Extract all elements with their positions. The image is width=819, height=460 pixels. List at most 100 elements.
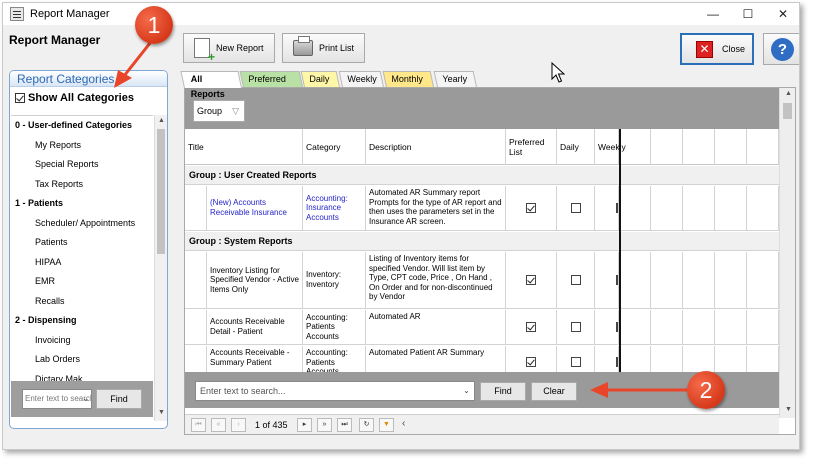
new-report-button[interactable]: New Report bbox=[183, 33, 275, 64]
help-button[interactable]: ? bbox=[763, 33, 799, 65]
category-scrollbar[interactable]: ▲ ▼ bbox=[154, 115, 167, 421]
category-item[interactable]: Patients bbox=[11, 233, 153, 253]
checkbox-icon[interactable] bbox=[15, 93, 25, 103]
annotation-badge-1: 1 bbox=[135, 6, 173, 44]
tab-all-reports[interactable]: All Reports bbox=[180, 71, 242, 99]
scroll-down-icon[interactable]: ▼ bbox=[782, 404, 795, 416]
preferred-checkbox[interactable] bbox=[526, 356, 536, 367]
daily-checkbox[interactable] bbox=[570, 322, 581, 332]
scroll-thumb[interactable] bbox=[783, 103, 792, 119]
tab-label: Monthly bbox=[391, 74, 423, 84]
print-list-button[interactable]: Print List bbox=[282, 33, 365, 63]
category-item[interactable]: Tax Reports bbox=[11, 175, 153, 195]
column-header[interactable]: Daily bbox=[557, 129, 595, 165]
help-icon: ? bbox=[771, 38, 794, 61]
page-indicator: 1 of 435 bbox=[255, 420, 288, 430]
category-item[interactable]: My Reports bbox=[11, 136, 153, 156]
table-row[interactable]: (New) Accounts Receivable Insurance Accou… bbox=[185, 186, 779, 231]
column-header[interactable]: Category bbox=[303, 129, 366, 165]
title-bar: Report Manager — ☐ ✕ bbox=[3, 3, 799, 25]
table-row[interactable]: Inventory Listing for Specified Vendor -… bbox=[185, 252, 779, 309]
last-page-icon[interactable]: ⏭ bbox=[337, 418, 352, 432]
next-block-icon[interactable]: » bbox=[317, 418, 332, 432]
weekly-cell bbox=[595, 186, 619, 230]
scroll-up-icon[interactable]: ▲ bbox=[155, 115, 167, 127]
preferred-checkbox[interactable] bbox=[526, 203, 536, 213]
daily-checkbox[interactable] bbox=[570, 203, 581, 213]
daily-checkbox[interactable] bbox=[570, 275, 581, 285]
column-header[interactable]: Title bbox=[185, 129, 303, 165]
empty-column-header bbox=[747, 129, 779, 165]
filter-icon[interactable]: ▽ bbox=[232, 101, 239, 121]
preferred-checkbox[interactable] bbox=[526, 275, 536, 285]
grid-find-button[interactable]: Find bbox=[480, 382, 526, 401]
minimize-button[interactable]: — bbox=[699, 6, 727, 22]
refresh-icon[interactable]: ↻ bbox=[359, 418, 374, 432]
app-icon bbox=[10, 7, 24, 21]
page-title: Report Manager bbox=[9, 33, 101, 47]
weekly-checkbox[interactable] bbox=[616, 322, 618, 332]
empty-cell bbox=[715, 186, 747, 230]
tab-daily[interactable]: Daily bbox=[300, 71, 340, 87]
prev-block-icon[interactable]: « bbox=[211, 418, 226, 432]
empty-cell bbox=[715, 252, 747, 308]
report-title-cell[interactable]: (New) Accounts Receivable Insurance bbox=[207, 186, 303, 230]
first-page-icon[interactable]: ⏮ bbox=[191, 418, 206, 432]
chevron-down-icon[interactable]: ⌄ bbox=[459, 381, 474, 401]
table-row[interactable]: Accounts Receivable Detail - Patient Acco… bbox=[185, 310, 779, 345]
group-row[interactable]: Group : User Created Reports bbox=[185, 166, 779, 185]
column-header[interactable]: Description bbox=[366, 129, 506, 165]
scroll-up-icon[interactable]: ▲ bbox=[782, 88, 795, 100]
empty-cell bbox=[651, 186, 683, 230]
report-title-cell[interactable]: Inventory Listing for Specified Vendor -… bbox=[207, 252, 303, 308]
group-row[interactable]: Group : System Reports bbox=[185, 232, 779, 251]
category-find-button[interactable]: Find bbox=[96, 389, 142, 409]
show-all-categories-checkbox[interactable]: Show All Categories bbox=[15, 92, 134, 104]
category-item[interactable]: Recalls bbox=[11, 292, 153, 312]
chevron-down-icon[interactable]: ⌄ bbox=[80, 389, 92, 409]
empty-column-header bbox=[651, 129, 683, 165]
grid-clear-button[interactable]: Clear bbox=[531, 382, 577, 401]
category-group-header[interactable]: 1 - Patients bbox=[11, 194, 153, 214]
grid-search-input[interactable]: Enter text to search... bbox=[195, 381, 475, 401]
tab-preferred[interactable]: Preferred bbox=[239, 71, 303, 87]
group-chip[interactable]: Group ▽ bbox=[193, 100, 245, 122]
next-page-icon[interactable]: ▸ bbox=[297, 418, 312, 432]
category-item[interactable]: Invoicing bbox=[11, 331, 153, 351]
scroll-down-icon[interactable]: ▼ bbox=[155, 407, 167, 419]
category-item[interactable]: Scheduler/ Appointments bbox=[11, 214, 153, 234]
close-icon: ✕ bbox=[696, 40, 713, 58]
column-header[interactable]: Weekly bbox=[595, 129, 626, 165]
category-group-header[interactable]: 2 - Dispensing bbox=[11, 311, 153, 331]
window-close-button[interactable]: ✕ bbox=[769, 6, 797, 22]
filter-icon[interactable]: ▼ bbox=[379, 418, 394, 432]
preferred-checkbox[interactable] bbox=[526, 322, 536, 332]
weekly-cell bbox=[595, 310, 619, 344]
report-title-cell[interactable]: Accounts Receivable Detail - Patient bbox=[207, 310, 303, 344]
tab-yearly[interactable]: Yearly bbox=[433, 71, 477, 87]
category-item[interactable]: EMR bbox=[11, 272, 153, 292]
scroll-thumb[interactable] bbox=[157, 129, 165, 254]
category-group-header[interactable]: 0 - User-defined Categories bbox=[11, 116, 153, 136]
tab-weekly[interactable]: Weekly bbox=[338, 71, 384, 87]
category-item[interactable]: HIPAA bbox=[11, 253, 153, 273]
prev-page-icon[interactable]: ‹ bbox=[231, 418, 246, 432]
empty-cell bbox=[619, 310, 651, 344]
row-indent-cell bbox=[185, 186, 207, 230]
daily-checkbox[interactable] bbox=[570, 356, 581, 367]
empty-cell bbox=[651, 252, 683, 308]
weekly-checkbox[interactable] bbox=[616, 275, 618, 285]
tab-label: All Reports bbox=[190, 74, 225, 99]
report-description-cell: Automated AR Summary report Prompts for … bbox=[366, 186, 506, 230]
category-item[interactable]: Lab Orders bbox=[11, 350, 153, 370]
maximize-button[interactable]: ☐ bbox=[734, 6, 762, 22]
weekly-checkbox[interactable] bbox=[616, 203, 618, 213]
grid-vertical-scrollbar[interactable]: ▲ ▼ bbox=[779, 88, 795, 418]
weekly-checkbox[interactable] bbox=[616, 356, 618, 367]
report-category-cell: Accounting: Insurance Accounts bbox=[303, 186, 366, 230]
close-button[interactable]: ✕ Close bbox=[680, 33, 754, 65]
tab-monthly[interactable]: Monthly bbox=[382, 71, 434, 87]
scroll-left-icon[interactable]: ‹ bbox=[402, 418, 405, 429]
category-item[interactable]: Special Reports bbox=[11, 155, 153, 175]
column-header[interactable]: Preferred List bbox=[506, 129, 557, 165]
